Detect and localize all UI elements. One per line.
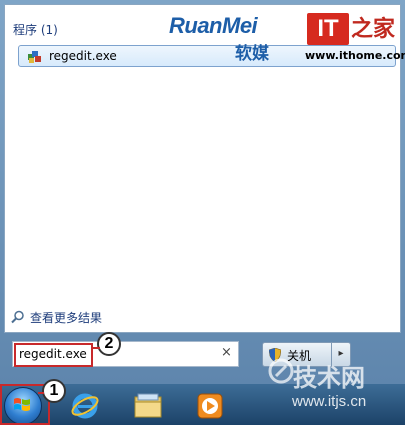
registry-editor-icon — [28, 51, 41, 63]
section-title-programs: 程序 (1) — [13, 23, 58, 37]
start-menu: 程序 (1) regedit.exe RuanMei 软媒 IT 之家 www.… — [0, 0, 405, 384]
result-item-label: regedit.exe — [49, 49, 117, 63]
media-player-icon[interactable] — [195, 391, 225, 421]
itjs-logo-icon — [268, 358, 294, 384]
itjs-url-watermark: www.itjs.cn — [292, 393, 367, 410]
folder-icon[interactable] — [132, 391, 164, 421]
step-2-leader-line — [92, 347, 100, 349]
step-2-marker: 2 — [97, 332, 121, 356]
search-icon — [11, 310, 24, 324]
ruanmei-cn-watermark: 软媒 — [235, 44, 269, 64]
search-input-highlight — [14, 343, 93, 367]
ithome-url-watermark: www.ithome.com — [305, 49, 405, 62]
clear-search-icon[interactable]: × — [221, 345, 232, 360]
step-1-leader-line — [38, 392, 44, 394]
ithome-logo-text: IT — [317, 15, 339, 42]
step-1-marker: 1 — [42, 379, 66, 403]
ie-icon[interactable] — [70, 391, 100, 421]
itjs-cn-watermark: 技术网 — [293, 364, 365, 392]
ithome-cn-watermark: 之家 — [351, 17, 396, 42]
search-results-pane: 程序 (1) regedit.exe RuanMei 软媒 IT 之家 www.… — [4, 4, 405, 333]
ruanmei-watermark: RuanMei — [169, 13, 258, 38]
see-more-results-link[interactable]: 查看更多结果 — [30, 309, 102, 326]
